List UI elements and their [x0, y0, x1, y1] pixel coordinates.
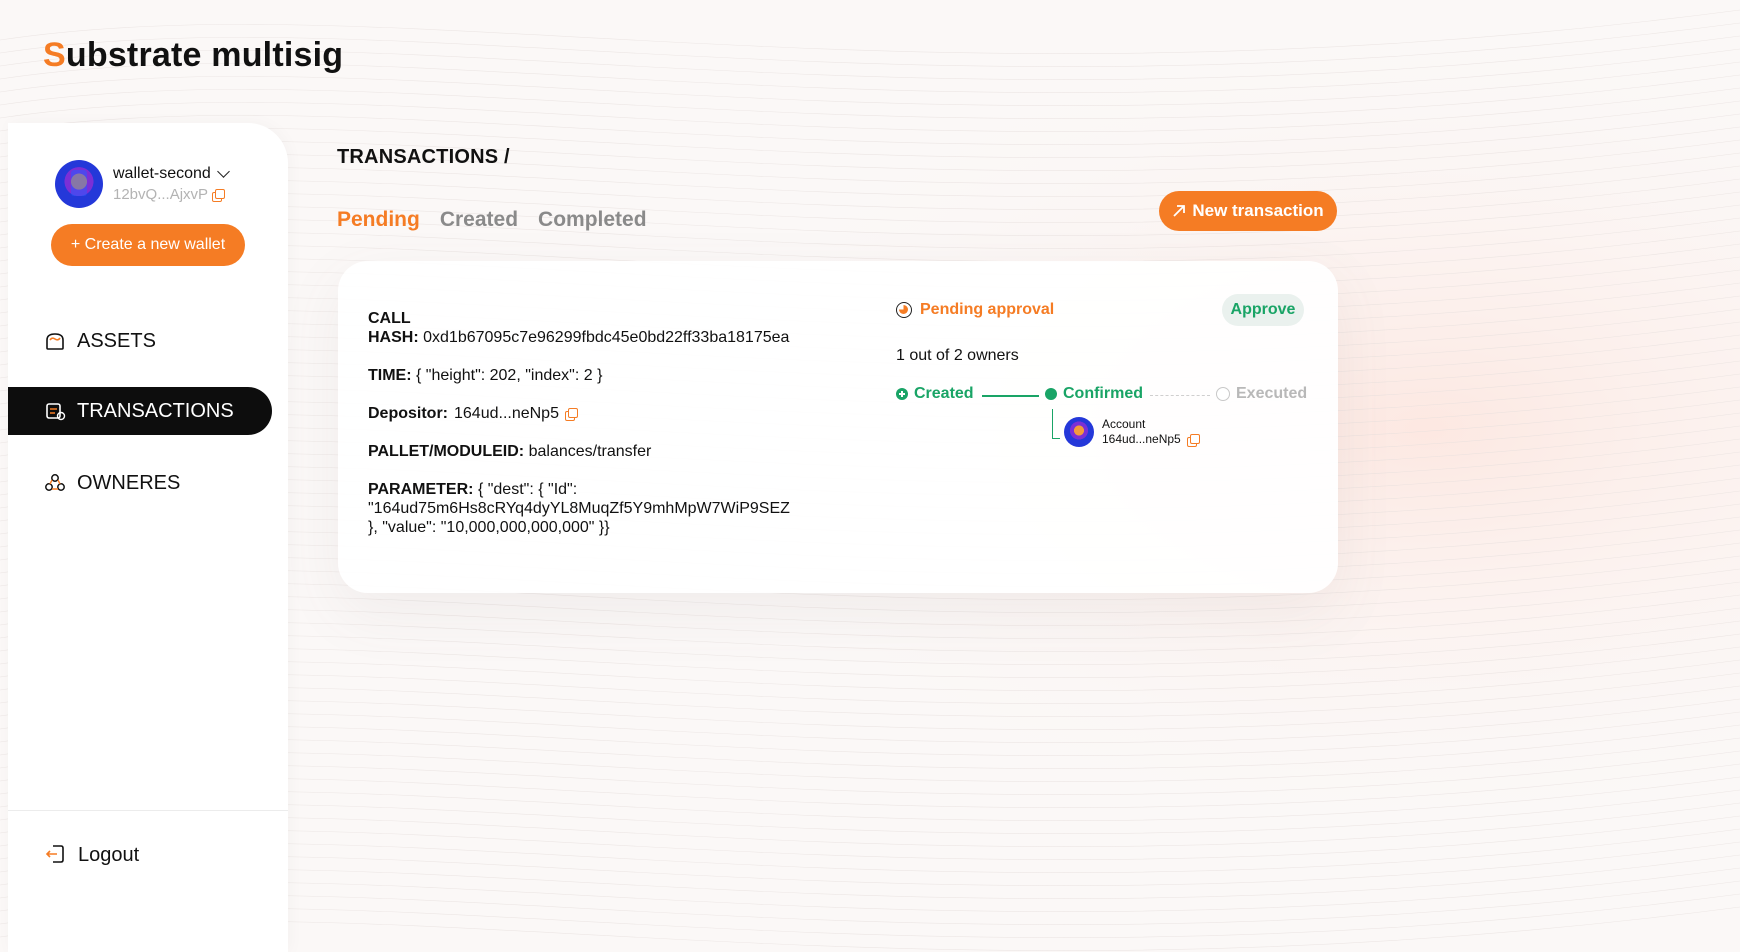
sidebar-item-label: ASSETS	[77, 329, 156, 352]
step-label: Created	[914, 385, 974, 402]
app-title: Substrate multisig	[43, 36, 344, 74]
hash-value: 0xd1b67095c7e96299fbdc45e0bd22ff33ba1817…	[423, 329, 790, 346]
wallet-name: wallet-second	[113, 165, 211, 182]
logout-icon	[44, 843, 68, 867]
dot-icon	[1045, 388, 1057, 400]
arrow-up-right-icon	[1173, 205, 1186, 217]
avatar	[1064, 417, 1094, 447]
copy-icon[interactable]	[212, 188, 226, 202]
pallet-label: PALLET/MODULEID:	[368, 443, 525, 460]
logout-button[interactable]: Logout	[44, 843, 139, 867]
time-value: { "height": 202, "index": 2 }	[416, 367, 603, 384]
tab-completed[interactable]: Completed	[538, 208, 647, 232]
sidebar-item-assets[interactable]: ASSETS	[8, 317, 272, 365]
parameter-line-3: }, "value": "10,000,000,000,000" }}	[368, 519, 610, 536]
approve-button[interactable]: Approve	[1222, 294, 1304, 326]
signer-label: Account	[1102, 417, 1146, 431]
empty-circle-icon	[1216, 387, 1230, 401]
copy-icon[interactable]	[1186, 433, 1200, 447]
chevron-down-icon[interactable]	[216, 165, 230, 178]
wallet-address: 12bvQ...AjxvP	[113, 186, 209, 203]
breadcrumb: TRANSACTIONS /	[337, 146, 510, 168]
transaction-card: CALL HASH: 0xd1b67095c7e96299fbdc45e0bd2…	[338, 261, 1338, 593]
transaction-details: CALL HASH: 0xd1b67095c7e96299fbdc45e0bd2…	[368, 309, 798, 556]
sidebar-item-label: TRANSACTIONS	[77, 399, 234, 422]
pallet-value: balances/transfer	[528, 443, 652, 460]
plus-circle-icon	[896, 388, 908, 400]
progress-line-done	[982, 395, 1039, 397]
step-label: Executed	[1236, 385, 1308, 402]
tab-pending[interactable]: Pending	[337, 208, 420, 232]
signer-connector	[1052, 409, 1060, 439]
sidebar: wallet-second 12bvQ...AjxvP + Create a n…	[8, 123, 288, 952]
status-text: Pending approval	[920, 301, 1055, 318]
time-label: TIME:	[368, 367, 412, 384]
owners-count: 1 out of 2 owners	[896, 347, 1019, 364]
depositor-label: Depositor:	[368, 405, 448, 422]
hash-label: HASH:	[368, 329, 419, 346]
step-executed: Executed	[1216, 385, 1307, 403]
step-confirmed: Confirmed	[1045, 385, 1143, 403]
parameter-line-2: "164ud75m6Hs8cRYq4dyYL8MuqZf5Y9mhMpW7WiP…	[368, 500, 790, 517]
new-transaction-button[interactable]: New transaction	[1159, 191, 1337, 231]
parameter-label: PARAMETER:	[368, 481, 474, 498]
wallet-avatar	[55, 160, 103, 208]
transactions-icon	[43, 399, 67, 423]
progress-line-pending	[1150, 395, 1210, 396]
call-label: CALL	[368, 310, 411, 327]
approval-progress: Created Confirmed Executed	[896, 385, 1316, 405]
parameter-line-1: { "dest": { "Id":	[477, 481, 578, 498]
sidebar-item-owners[interactable]: OWNERES	[8, 459, 272, 507]
signer-address: 164ud...neNp5	[1102, 432, 1181, 446]
status-badge: Pending approval	[896, 301, 1054, 319]
depositor-value: 164ud...neNp5	[454, 405, 559, 422]
tabs: Pending Created Completed	[337, 208, 647, 232]
logout-label: Logout	[78, 843, 140, 866]
tab-created[interactable]: Created	[440, 208, 518, 232]
step-label: Confirmed	[1063, 385, 1143, 402]
assets-icon	[43, 329, 67, 353]
pending-clock-icon	[896, 302, 912, 318]
sidebar-divider	[8, 810, 288, 811]
step-created: Created	[896, 385, 974, 403]
sidebar-item-label: OWNERES	[77, 471, 181, 494]
copy-icon[interactable]	[564, 407, 578, 421]
wallet-selector[interactable]: wallet-second 12bvQ...AjxvP	[55, 160, 230, 208]
signer-entry: Account 164ud...neNp5	[1052, 409, 1200, 447]
new-transaction-label: New transaction	[1192, 201, 1324, 220]
sidebar-item-transactions[interactable]: TRANSACTIONS	[8, 387, 272, 435]
owners-icon	[43, 471, 67, 495]
create-wallet-button[interactable]: + Create a new wallet	[51, 224, 245, 266]
